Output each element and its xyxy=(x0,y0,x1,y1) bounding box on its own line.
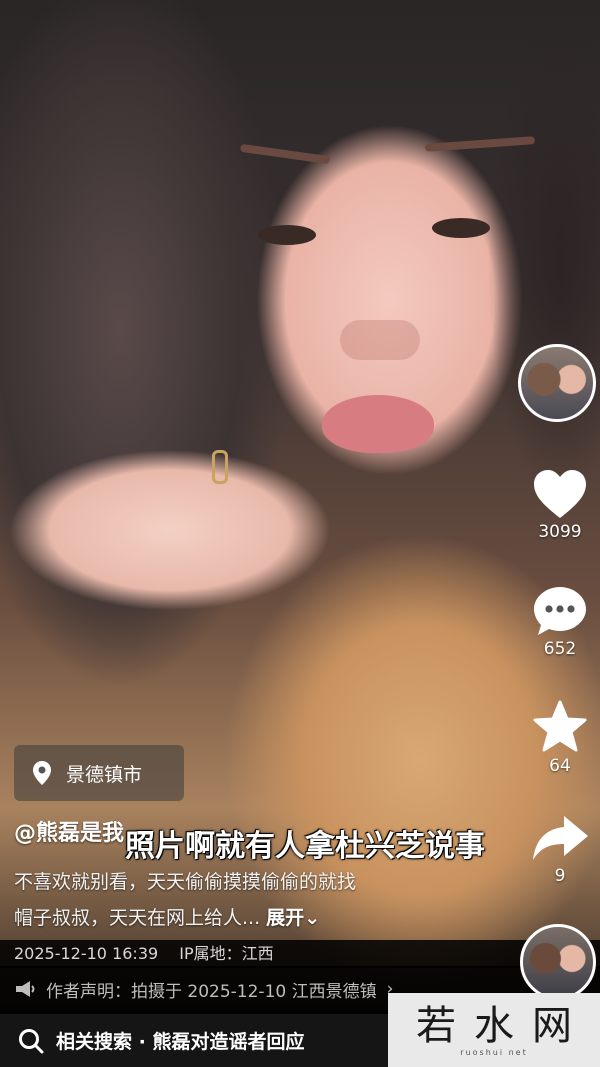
location-tag[interactable]: 景德镇市 xyxy=(14,745,184,801)
expand-label: 展开 xyxy=(266,907,305,929)
post-timestamp: 2025-12-10 16:39 xyxy=(14,944,159,963)
related-search-text: 相关搜索 · 熊磊对造谣者回应 xyxy=(56,1031,305,1053)
hand xyxy=(0,440,370,660)
comment-button[interactable]: 652 xyxy=(524,585,596,659)
watermark-subtitle: ruoshui net xyxy=(460,1047,528,1057)
star-icon xyxy=(533,700,587,752)
share-button[interactable]: 9 xyxy=(524,812,596,886)
right-eye xyxy=(432,218,490,238)
favorite-count: 64 xyxy=(549,756,571,776)
location-label: 景德镇市 xyxy=(66,763,143,786)
declaration-text: 作者声明：拍摄于 2025-12-10 江西景德镇 xyxy=(46,981,377,1002)
share-arrow-icon xyxy=(533,816,588,860)
left-eye xyxy=(258,225,316,245)
description-line-1: 不喜欢就别看，天天偷偷摸摸偷偷的就找 xyxy=(14,871,357,893)
nose xyxy=(340,320,420,360)
music-avatar[interactable] xyxy=(520,924,596,1000)
heart-icon xyxy=(534,470,586,518)
video-description: 不喜欢就别看，天天偷偷摸摸偷偷的就找 帽子叔叔，天天在网上给人... 展开⌄ xyxy=(14,864,444,936)
search-icon xyxy=(19,1028,44,1053)
video-player[interactable]: 3099 652 64 9 景德镇市 @熊磊是我 照片啊就有人拿杜兴芝说事 不喜 xyxy=(0,0,600,1067)
author-avatar[interactable] xyxy=(518,344,596,422)
like-button[interactable]: 3099 xyxy=(524,468,596,542)
megaphone-icon xyxy=(16,981,35,997)
ip-location: IP属地：江西 xyxy=(179,944,274,963)
left-brow xyxy=(239,143,331,165)
description-line-2: 帽子叔叔，天天在网上给人... 展开⌄ xyxy=(14,900,444,936)
site-watermark: 若水网 ruoshui net xyxy=(388,993,600,1067)
expand-button[interactable]: 展开⌄ xyxy=(266,907,320,929)
watermark-title: 若水网 xyxy=(416,1002,590,1049)
comment-count: 652 xyxy=(543,639,577,659)
post-meta: 2025-12-10 16:39 IP属地：江西 xyxy=(0,940,600,968)
description-text: 帽子叔叔，天天在网上给人... xyxy=(14,907,261,929)
comment-icon xyxy=(534,587,586,635)
location-pin-icon xyxy=(33,761,51,785)
ring xyxy=(212,450,228,484)
video-subtitle: 照片啊就有人拿杜兴芝说事 xyxy=(125,829,485,864)
like-count: 3099 xyxy=(538,522,582,542)
favorite-button[interactable]: 64 xyxy=(524,700,596,776)
share-count: 9 xyxy=(554,866,566,886)
